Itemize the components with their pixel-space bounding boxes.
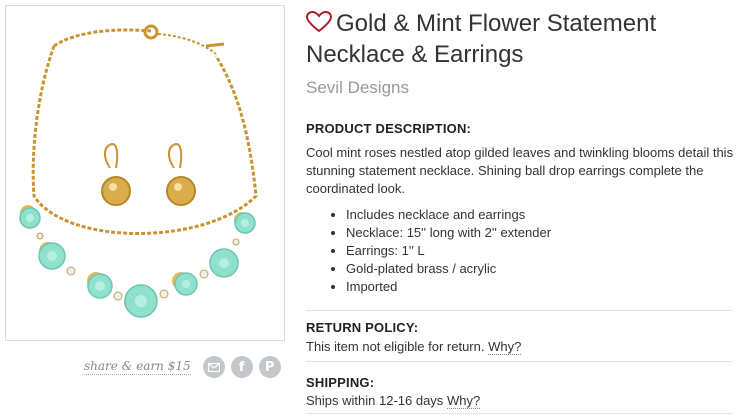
divider [306,413,732,414]
return-policy-line: This item not eligible for return. Why? [306,339,522,355]
list-item: Includes necklace and earrings [346,206,551,224]
email-icon[interactable] [202,356,225,378]
description-text: Cool mint roses nestled atop gilded leav… [306,145,734,196]
divider [306,310,732,311]
list-item: Imported [346,278,551,296]
facebook-icon[interactable]: f [230,356,253,378]
feature-list: Includes necklace and earrings Necklace:… [328,206,551,296]
necklace-product-image [19,24,258,318]
description-heading: PRODUCT DESCRIPTION: [306,121,472,136]
pinterest-icon[interactable]: P [258,356,281,378]
shipping-heading: SHIPPING: [306,375,375,390]
product-title-row: Gold & Mint Flower Statement Necklace & … [306,8,732,70]
divider [306,361,732,362]
shipping-text: Ships within 12-16 days [306,393,444,408]
list-item: Gold-plated brass / acrylic [346,260,551,278]
heart-icon[interactable] [306,11,332,33]
shipping-line: Ships within 12-16 days Why? [306,393,481,409]
list-item: Earrings: 1'' L [346,242,551,260]
shipping-why-link[interactable]: Why? [446,393,481,409]
share-and-earn-link[interactable]: share & earn $15 [84,359,191,375]
share-row: share & earn $15 f P [84,353,281,381]
list-item: Necklace: 15'' long with 2'' extender [346,224,551,242]
return-policy-text: This item not eligible for return. [306,339,485,354]
return-policy-heading: RETURN POLICY: [306,320,419,335]
brand-name[interactable]: Sevil Designs [306,78,409,98]
product-image[interactable] [5,5,285,341]
return-policy-why-link[interactable]: Why? [488,339,522,355]
product-title: Gold & Mint Flower Statement Necklace & … [306,10,657,68]
